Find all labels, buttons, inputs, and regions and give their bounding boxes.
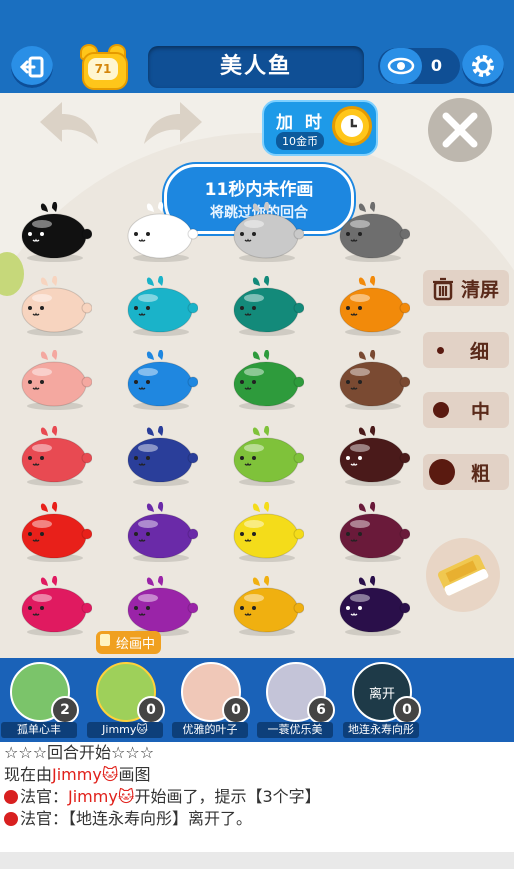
- player-name: 地连永寿向彤: [343, 722, 419, 738]
- medium-dot-icon: [433, 402, 449, 418]
- medium-label: 中: [471, 400, 491, 423]
- add-time-button[interactable]: 加 时 10金币: [262, 100, 378, 156]
- player-left-label: 离开: [368, 686, 395, 702]
- player-name: 优雅的叶子: [172, 722, 248, 738]
- eye-icon: [380, 48, 422, 84]
- player-slot-active[interactable]: 0 Jimmy🐱: [87, 662, 165, 738]
- color-swatch[interactable]: [230, 201, 305, 262]
- location-pin-icon: [4, 812, 18, 826]
- player-score: 0: [222, 696, 250, 724]
- color-swatch[interactable]: [230, 425, 305, 486]
- chat-line-drawer: 现在由Jimmy🐱画图: [4, 765, 151, 784]
- drawer-name: Jimmy🐱: [68, 787, 135, 806]
- viewer-count: 0: [430, 56, 442, 75]
- player-slot[interactable]: 2 孤单心丰: [1, 662, 79, 738]
- chat-line-round-start: ☆☆☆回合开始☆☆☆: [4, 743, 155, 762]
- color-swatch[interactable]: [18, 575, 93, 636]
- player-slot[interactable]: 6 一蓑优乐美: [257, 662, 335, 738]
- undo-arrow-icon[interactable]: [36, 98, 102, 148]
- player-score: 6: [307, 696, 335, 724]
- chat-log: ☆☆☆回合开始☆☆☆ 现在由Jimmy🐱画图 法官：Jimmy🐱开始画了，提示【…: [0, 742, 514, 852]
- color-swatch[interactable]: [18, 349, 93, 410]
- thick-label: 粗: [471, 462, 491, 485]
- chat-line-judge: 法官：Jimmy🐱开始画了，提示【3个字】: [0, 786, 514, 808]
- timer-value: 71: [88, 58, 118, 80]
- color-swatch[interactable]: [18, 201, 93, 262]
- color-swatch[interactable]: [124, 501, 199, 562]
- player-slot[interactable]: 离开 0 地连永寿向彤: [343, 662, 421, 738]
- color-swatch[interactable]: [230, 349, 305, 410]
- viewer-counter[interactable]: 0: [378, 48, 460, 84]
- color-swatch[interactable]: [18, 275, 93, 336]
- add-time-label: 加 时: [276, 113, 325, 133]
- color-swatch[interactable]: [230, 575, 305, 636]
- color-swatch[interactable]: [124, 425, 199, 486]
- pencil-icon: [100, 634, 110, 646]
- countdown-timer: 71: [78, 42, 128, 90]
- clear-label: 清屏: [461, 278, 500, 301]
- redo-arrow-icon[interactable]: [140, 98, 206, 148]
- add-time-cost: 10金币: [276, 132, 324, 150]
- color-swatch[interactable]: [336, 425, 411, 486]
- settings-button[interactable]: [462, 45, 504, 87]
- color-swatch[interactable]: [124, 201, 199, 262]
- exit-button[interactable]: [11, 46, 53, 88]
- color-swatch[interactable]: [124, 275, 199, 336]
- drawer-name: Jimmy🐱: [52, 765, 119, 784]
- brush-thin-button[interactable]: 细: [423, 332, 509, 368]
- thin-label: 细: [470, 340, 490, 363]
- player-slot[interactable]: 0 优雅的叶子: [172, 662, 250, 738]
- player-name: Jimmy🐱: [87, 722, 163, 738]
- color-swatch[interactable]: [124, 349, 199, 410]
- color-swatch[interactable]: [336, 275, 411, 336]
- player-name: 一蓑优乐美: [257, 722, 333, 738]
- eraser-button[interactable]: [426, 538, 500, 612]
- color-swatch[interactable]: [336, 575, 411, 636]
- color-swatch[interactable]: [18, 501, 93, 562]
- color-swatch[interactable]: [124, 575, 199, 636]
- player-score: 0: [393, 696, 421, 724]
- color-swatch[interactable]: [336, 501, 411, 562]
- drawing-status-label: 绘画中: [116, 637, 156, 652]
- color-swatch[interactable]: [230, 501, 305, 562]
- close-icon: [442, 112, 478, 148]
- thin-dot-icon: [437, 346, 444, 354]
- chat-line-judge: 法官：【地连永寿向彤】离开了。: [0, 808, 514, 830]
- drawing-status-badge: 绘画中: [96, 631, 162, 654]
- player-score: 2: [51, 696, 79, 724]
- brush-medium-button[interactable]: 中: [423, 392, 509, 428]
- warning-line1: 11秒内未作画: [204, 180, 314, 200]
- location-pin-icon: [4, 790, 18, 804]
- player-name: 孤单心丰: [1, 722, 77, 738]
- thick-dot-icon: [429, 459, 455, 485]
- trash-icon: [433, 277, 453, 301]
- brush-thick-button[interactable]: 粗: [423, 454, 509, 490]
- clear-canvas-button[interactable]: 清屏: [423, 270, 509, 306]
- player-bar: 2 孤单心丰 0 Jimmy🐱 0 优雅的叶子 6 一蓑优乐美 离开 0 地连永…: [0, 658, 514, 742]
- close-button[interactable]: [428, 98, 492, 162]
- color-swatch[interactable]: [336, 201, 411, 262]
- gear-icon: [472, 55, 494, 77]
- chat-input-bar[interactable]: [0, 852, 514, 869]
- color-swatch[interactable]: [230, 275, 305, 336]
- exit-icon: [20, 56, 44, 78]
- player-score: 0: [137, 696, 165, 724]
- target-word: 美人鱼: [148, 46, 364, 88]
- clock-icon: [332, 106, 372, 146]
- color-swatch[interactable]: [18, 425, 93, 486]
- eraser-icon: [437, 554, 489, 596]
- color-swatch[interactable]: [336, 349, 411, 410]
